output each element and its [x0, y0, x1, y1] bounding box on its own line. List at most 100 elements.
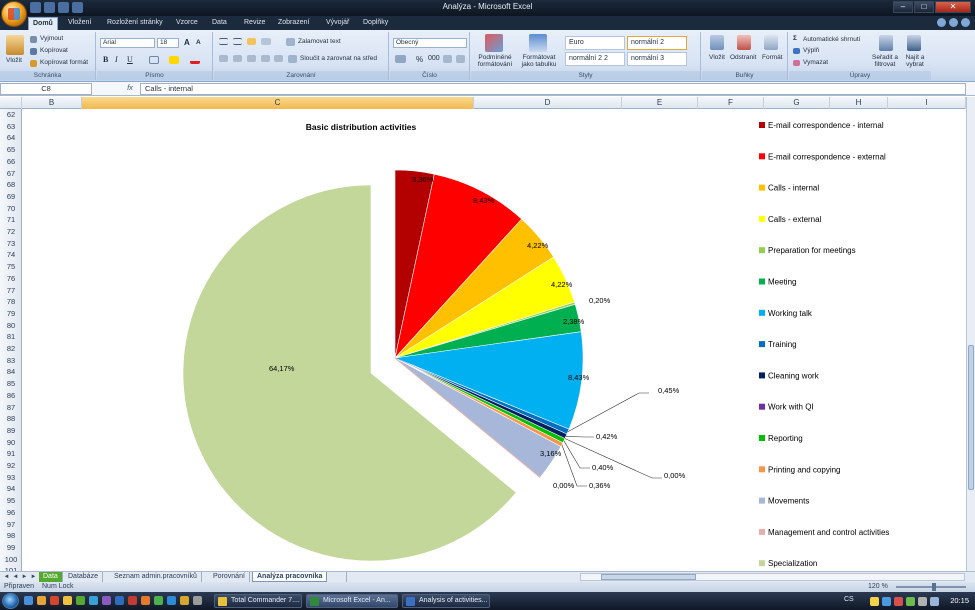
font-color-icon[interactable] [190, 56, 200, 64]
row-header[interactable]: 93 [0, 472, 21, 483]
legend-item[interactable]: Printing and copying [768, 465, 841, 474]
row-header[interactable]: 88 [0, 413, 21, 424]
help-icon[interactable] [937, 18, 946, 27]
format-as-table-icon[interactable] [529, 34, 547, 52]
tab-addins[interactable]: Doplňky [359, 17, 392, 30]
zoom-slider[interactable] [896, 583, 966, 591]
delete-cells-icon[interactable] [737, 35, 751, 50]
copy-icon[interactable] [30, 48, 37, 55]
maximize-button[interactable]: □ [914, 1, 934, 13]
column-header[interactable]: F [698, 97, 764, 109]
row-header[interactable]: 74 [0, 249, 21, 260]
row-header[interactable]: 81 [0, 331, 21, 342]
legend-item[interactable]: Management and control activities [768, 528, 889, 537]
ribbon-close-icon[interactable] [961, 18, 970, 27]
row-header[interactable]: 96 [0, 507, 21, 518]
quicklaunch-app-icon[interactable] [89, 596, 98, 605]
merge-center-button[interactable]: Sloučit a zarovnat na střed [300, 55, 377, 62]
find-select-button[interactable]: Najít a vybrat [902, 54, 928, 68]
format-cells-icon[interactable] [764, 35, 778, 50]
format-painter-button[interactable]: Kopírovat formát [40, 59, 88, 66]
row-header[interactable]: 76 [0, 273, 21, 284]
row-header[interactable]: 82 [0, 343, 21, 354]
column-header[interactable]: B [22, 97, 82, 109]
tab-home[interactable]: Domů [28, 17, 58, 30]
row-header[interactable]: 90 [0, 437, 21, 448]
bold-icon[interactable]: B [103, 55, 108, 64]
row-header[interactable]: 83 [0, 355, 21, 366]
row-header[interactable]: 94 [0, 483, 21, 494]
row-header[interactable]: 77 [0, 285, 21, 296]
tab-insert[interactable]: Vložení [64, 17, 95, 30]
column-header[interactable]: H [830, 97, 888, 109]
first-sheet-icon[interactable]: ◄ [3, 573, 10, 581]
row-header[interactable]: 100 [0, 554, 21, 565]
taskbar-item-analysis[interactable]: Analysis of activities... [402, 594, 490, 608]
tab-page-layout[interactable]: Rozložení stránky [103, 17, 167, 30]
accounting-format-icon[interactable] [395, 55, 406, 63]
fill-color-icon[interactable] [169, 56, 179, 64]
decrease-decimal-icon[interactable] [456, 55, 465, 63]
taskbar-item-total-commander[interactable]: Total Commander 7.... [214, 594, 302, 608]
quicklaunch-app-icon[interactable] [50, 596, 59, 605]
legend-item[interactable]: Working talk [768, 309, 813, 318]
row-header[interactable]: 69 [0, 191, 21, 202]
zoom-slider-handle[interactable] [932, 583, 936, 591]
sheet-tab-database[interactable]: Databáze [64, 572, 103, 582]
language-indicator[interactable]: CS [844, 596, 854, 603]
legend-item[interactable]: Movements [768, 497, 809, 506]
format-painter-icon[interactable] [30, 60, 37, 67]
borders-icon[interactable] [149, 56, 159, 64]
legend-item[interactable]: Training [768, 340, 797, 349]
shrink-font-icon[interactable]: A [196, 39, 201, 46]
row-header[interactable]: 64 [0, 132, 21, 143]
row-header[interactable]: 63 [0, 121, 21, 132]
align-bottom-icon[interactable] [247, 38, 256, 45]
sheet-tab-admin-staff[interactable]: Seznam admin.pracovníků [110, 572, 202, 582]
wrap-text-button[interactable]: Zalamovat text [298, 38, 341, 45]
row-header[interactable]: 87 [0, 402, 21, 413]
legend-item[interactable]: Calls - internal [768, 184, 819, 193]
tab-view[interactable]: Zobrazení [274, 17, 314, 30]
row-header[interactable]: 92 [0, 460, 21, 471]
font-name-select[interactable]: Arial [100, 38, 155, 48]
row-header[interactable]: 84 [0, 366, 21, 377]
quicklaunch-app-icon[interactable] [180, 596, 189, 605]
office-button[interactable] [1, 1, 27, 27]
tab-review[interactable]: Revize [240, 17, 269, 30]
column-header[interactable]: D [474, 97, 622, 109]
row-header[interactable]: 89 [0, 425, 21, 436]
style-normal-2[interactable]: normální 2 [627, 36, 687, 50]
column-header[interactable]: E [622, 97, 698, 109]
align-center-icon[interactable] [233, 55, 242, 62]
italic-icon[interactable]: I [115, 55, 118, 64]
merge-center-icon[interactable] [288, 55, 297, 63]
row-header[interactable]: 95 [0, 495, 21, 506]
number-format-select[interactable]: Obecný [393, 38, 467, 48]
conditional-formatting-button[interactable]: Podmíněné formátování [475, 54, 515, 68]
row-header[interactable]: 71 [0, 214, 21, 225]
legend-item[interactable]: Specialization [768, 559, 817, 568]
tab-formulas[interactable]: Vzorce [172, 17, 202, 30]
horizontal-scrollbar[interactable] [580, 573, 965, 581]
quicklaunch-app-icon[interactable] [128, 596, 137, 605]
format-as-table-button[interactable]: Formátovat jako tabulku [518, 54, 560, 68]
tray-icon[interactable] [894, 597, 903, 606]
close-button[interactable]: ✕ [935, 1, 971, 13]
row-header[interactable]: 97 [0, 519, 21, 530]
align-left-icon[interactable] [219, 55, 228, 62]
delete-cells-button[interactable]: Odstranit [730, 54, 756, 61]
paste-icon[interactable] [6, 35, 24, 55]
autosum-button[interactable]: Automatické shrnutí [803, 36, 860, 43]
quicklaunch-app-icon[interactable] [102, 596, 111, 605]
font-size-select[interactable]: 18 [157, 38, 179, 48]
tab-developer[interactable]: Vývojář [322, 17, 353, 30]
autosum-icon[interactable]: Σ [793, 35, 797, 42]
column-header[interactable]: G [764, 97, 830, 109]
ribbon-minimize-icon[interactable] [949, 18, 958, 27]
cut-icon[interactable] [30, 36, 37, 43]
taskbar-item-excel[interactable]: Microsoft Excel - An... [306, 594, 398, 608]
quicklaunch-folder-icon[interactable] [37, 596, 46, 605]
align-middle-icon[interactable] [233, 38, 242, 45]
legend-item[interactable]: Meeting [768, 278, 796, 287]
